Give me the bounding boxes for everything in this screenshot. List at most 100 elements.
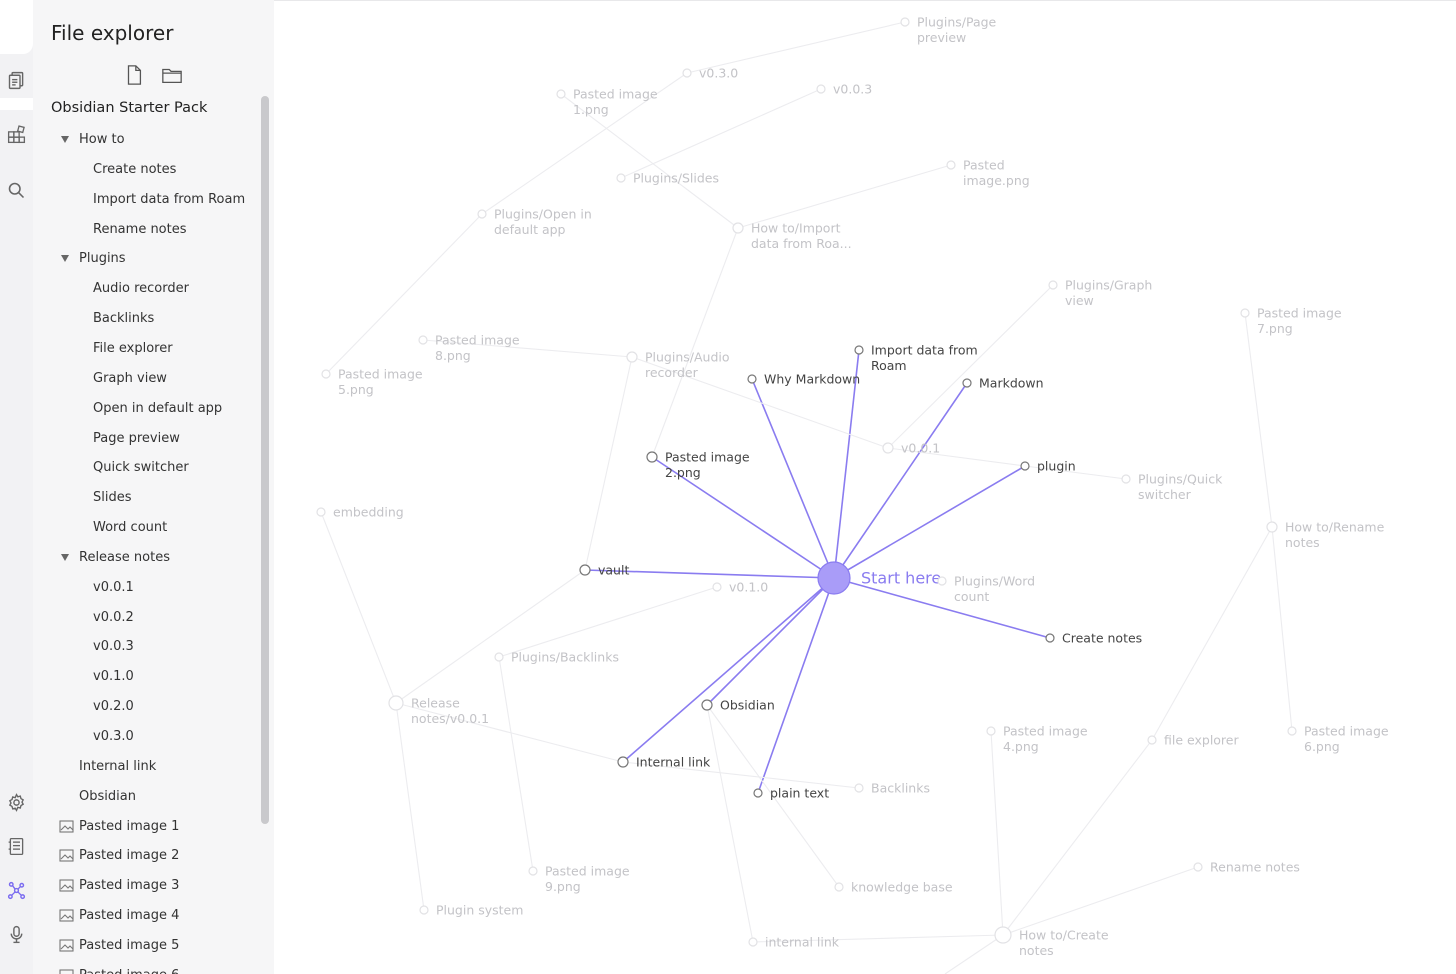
graph-node-dot[interactable] <box>900 17 910 27</box>
graph-node-dot[interactable] <box>994 926 1012 944</box>
graph-node-dot[interactable] <box>732 222 744 234</box>
tree-folder[interactable]: Release notes <box>61 543 170 573</box>
graph-node-relnotes[interactable]: Releasenotes/v0.0.1 <box>388 695 489 727</box>
graph-node-dot[interactable] <box>1048 280 1058 290</box>
graph-node-dot[interactable] <box>1020 461 1030 471</box>
graph-node-import[interactable]: Import data fromRoam <box>854 343 978 374</box>
graph-node-dot[interactable] <box>1193 862 1203 872</box>
graph-node-dot[interactable] <box>748 937 758 947</box>
graph-node-pi6[interactable]: Pasted image6.png <box>1287 724 1389 755</box>
tree-note[interactable]: Create notes <box>93 155 176 185</box>
graph-node-dot[interactable] <box>682 68 692 78</box>
graph-node-rename[interactable]: Rename notes <box>1193 859 1300 874</box>
tree-note[interactable]: Graph view <box>93 364 167 394</box>
new-note-icon[interactable] <box>123 64 145 86</box>
graph-node-dot[interactable] <box>528 866 538 876</box>
graph-node-dot[interactable] <box>316 507 326 517</box>
blocks-icon[interactable] <box>6 124 27 145</box>
graph-node-howrename[interactable]: How to/Renamenotes <box>1266 520 1385 551</box>
graph-node-dot[interactable] <box>834 882 844 892</box>
files-icon[interactable] <box>6 70 27 91</box>
graph-node-dot[interactable] <box>816 84 826 94</box>
tree-note[interactable]: v0.0.1 <box>93 573 134 603</box>
graph-node-v010[interactable]: v0.1.0 <box>712 579 768 594</box>
chevron-down-icon[interactable] <box>61 255 69 263</box>
tree-note[interactable]: v0.0.2 <box>93 603 134 633</box>
graph-node-dot[interactable] <box>321 369 331 379</box>
graph-node-howimport[interactable]: How to/Importdata from Roa... <box>732 221 852 252</box>
sidebar-scrollbar[interactable] <box>261 96 269 824</box>
graph-node-dot[interactable] <box>986 726 996 736</box>
graph-node-pi9[interactable]: Pasted image9.png <box>528 864 630 895</box>
graph-node-pi7[interactable]: Pasted image7.png <box>1240 306 1342 337</box>
graph-node-dot[interactable] <box>946 160 956 170</box>
graph-node-dot[interactable] <box>477 209 487 219</box>
graph-node-dot[interactable] <box>937 576 947 586</box>
tree-note[interactable]: Quick switcher <box>93 453 189 483</box>
graph-node-internal[interactable]: Internal link <box>617 754 711 769</box>
graph-node-dot[interactable] <box>854 345 864 355</box>
tree-folder[interactable]: How to <box>61 125 125 155</box>
microphone-icon[interactable] <box>6 924 27 945</box>
tree-image-file[interactable]: Pasted image 6 <box>59 961 179 974</box>
tree-note[interactable]: v0.0.3 <box>93 632 134 662</box>
vault-name[interactable]: Obsidian Starter Pack <box>51 100 207 116</box>
graph-node-dot[interactable] <box>617 756 629 768</box>
graph-node-pi4[interactable]: Pasted image4.png <box>986 724 1088 755</box>
tree-note[interactable]: Word count <box>93 513 167 543</box>
graph-node-piimg[interactable]: Pastedimage.png <box>946 158 1030 189</box>
graph-node-pi1[interactable]: Pasted image1.png <box>556 87 658 118</box>
search-icon[interactable] <box>6 180 27 201</box>
tree-note[interactable]: Obsidian <box>79 782 136 812</box>
graph-node-pi8[interactable]: Pasted image8.png <box>418 333 520 364</box>
graph-node-dot[interactable] <box>701 699 713 711</box>
graph-node-dot[interactable] <box>1045 633 1055 643</box>
tree-note[interactable]: v0.3.0 <box>93 722 134 752</box>
graph-node-dot[interactable] <box>579 564 591 576</box>
graph-node-markdown[interactable]: Markdown <box>962 375 1044 390</box>
graph-node-dot[interactable] <box>854 783 864 793</box>
tree-note[interactable]: Backlinks <box>93 304 154 334</box>
graph-node-graphview[interactable]: Plugins/Graphview <box>1048 278 1152 309</box>
graph-node-dot[interactable] <box>494 652 504 662</box>
graph-node-why[interactable]: Why Markdown <box>747 371 860 386</box>
graph-node-dot[interactable] <box>753 788 763 798</box>
tree-note[interactable]: v0.1.0 <box>93 662 134 692</box>
graph-node-dot[interactable] <box>1266 521 1278 533</box>
tree-note[interactable]: Import data from Roam <box>93 185 245 215</box>
graph-node-dot[interactable] <box>747 374 757 384</box>
graph-node-plugin[interactable]: plugin <box>1020 458 1076 473</box>
tree-note[interactable]: Open in default app <box>93 394 222 424</box>
graph-node-dot[interactable] <box>646 451 658 463</box>
graph-node-audio[interactable]: Plugins/Audiorecorder <box>626 350 730 381</box>
graph-node-wordcount[interactable]: Plugins/Wordcount <box>937 574 1035 605</box>
graph-node-dot[interactable] <box>1121 474 1131 484</box>
graph-node-plugsys[interactable]: Plugin system <box>419 902 523 917</box>
graph-node-dot[interactable] <box>882 442 894 454</box>
graph-node-dot[interactable] <box>962 378 972 388</box>
tree-note[interactable]: Page preview <box>93 424 180 454</box>
tree-folder[interactable]: Plugins <box>61 244 126 274</box>
graph-node-backlinks[interactable]: Backlinks <box>854 780 930 795</box>
graph-node-backlinksp[interactable]: Plugins/Backlinks <box>494 649 619 664</box>
tree-note[interactable]: Slides <box>93 483 132 513</box>
graph-node-fileexp[interactable]: file explorer <box>1147 732 1239 747</box>
graph-node-dot[interactable] <box>1287 726 1297 736</box>
tree-note[interactable]: Rename notes <box>93 215 187 245</box>
settings-icon[interactable] <box>6 792 27 813</box>
graph-node-pi5[interactable]: Pasted image5.png <box>321 367 423 398</box>
graph-node-dot[interactable] <box>817 561 851 595</box>
tree-note[interactable]: Audio recorder <box>93 274 189 304</box>
note-list-icon[interactable] <box>6 836 27 857</box>
new-folder-icon[interactable] <box>161 64 183 86</box>
chevron-down-icon[interactable] <box>61 136 69 143</box>
graph-node-dot[interactable] <box>556 89 566 99</box>
graph-node-dot[interactable] <box>419 905 429 915</box>
graph-node-quick[interactable]: Plugins/Quickswitcher <box>1121 472 1223 503</box>
graph-node-v001[interactable]: v0.0.1 <box>882 440 940 455</box>
graph-node-kb[interactable]: knowledge base <box>834 879 953 894</box>
tree-image-file[interactable]: Pasted image 4 <box>59 901 179 931</box>
graph-node-embedding[interactable]: embedding <box>316 504 404 519</box>
graph-node-start[interactable]: Start here <box>817 561 941 595</box>
graph-node-dot[interactable] <box>626 351 638 363</box>
